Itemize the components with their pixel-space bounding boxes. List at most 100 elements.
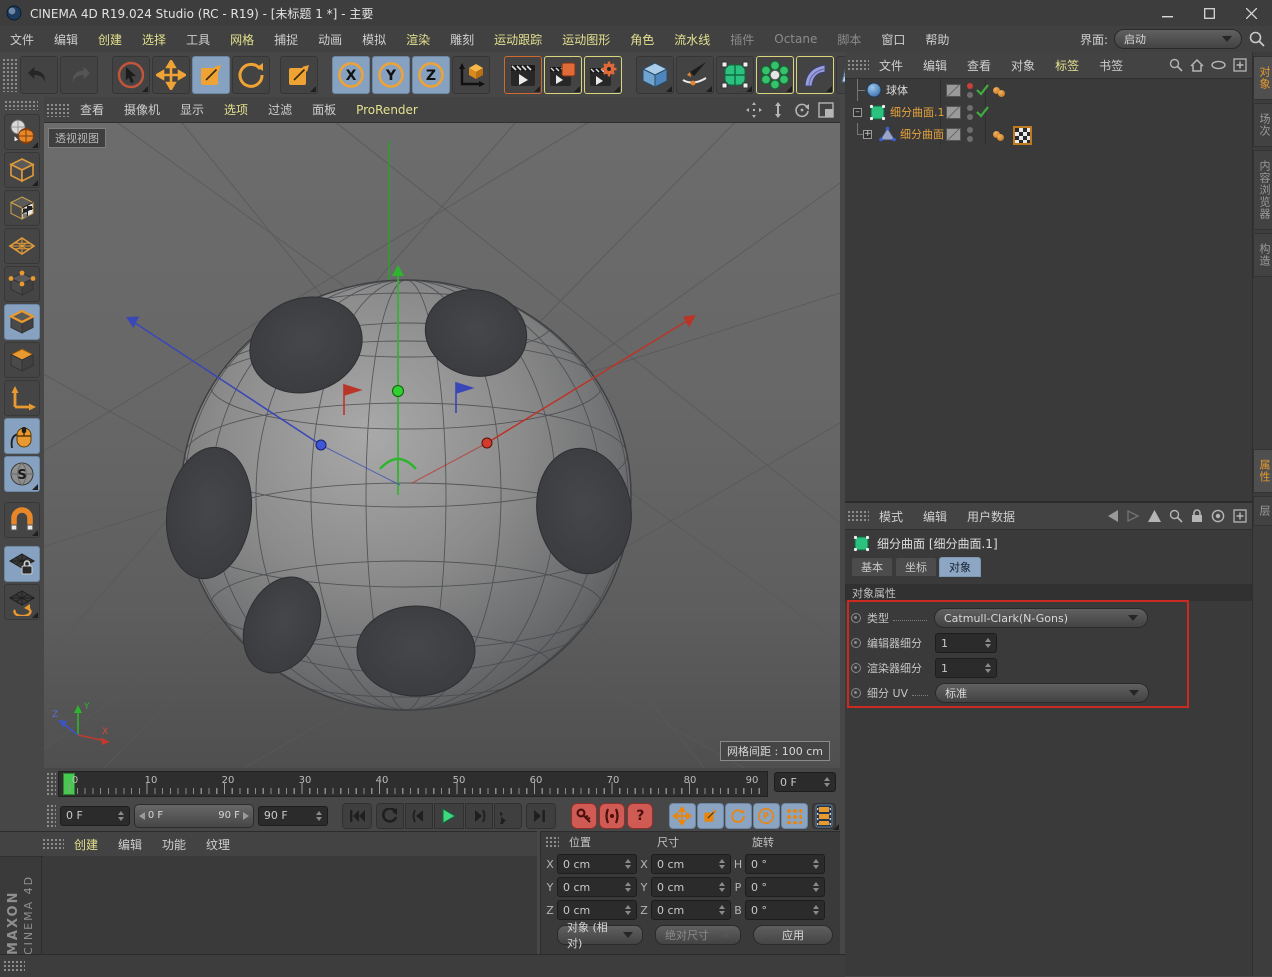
close-button[interactable] <box>1230 0 1272 26</box>
keyframe-selection-button[interactable]: ? <box>627 802 654 829</box>
go-to-end-button[interactable] <box>525 802 556 829</box>
y-axis-lock-button[interactable]: Y <box>372 55 410 94</box>
om-menu-edit[interactable]: 编辑 <box>913 57 957 74</box>
coordinate-mode-dropdown[interactable]: 对象 (相对) <box>557 921 643 950</box>
transport-grip[interactable] <box>46 803 56 828</box>
record-scale-button[interactable] <box>696 802 724 829</box>
anim-knob-icon[interactable] <box>851 613 861 623</box>
menu-animate[interactable]: 动画 <box>308 31 352 48</box>
object-row-subdivision-child[interactable]: + 细分曲面 <box>845 123 1252 145</box>
home-icon[interactable] <box>1190 58 1204 72</box>
edges-mode-button[interactable] <box>4 304 40 340</box>
render-visibility-dot[interactable] <box>967 92 973 98</box>
menu-script[interactable]: 脚本 <box>827 31 871 48</box>
viewport-menu-panel[interactable]: 面板 <box>302 101 346 118</box>
rotate-tool-button[interactable] <box>232 55 270 94</box>
toolbar-grip[interactable] <box>2 57 18 92</box>
menu-sculpt[interactable]: 雕刻 <box>440 31 484 48</box>
menu-create[interactable]: 创建 <box>88 31 132 48</box>
render-visibility-dot[interactable] <box>967 114 973 120</box>
enabled-check-icon[interactable] <box>976 84 989 96</box>
menu-file[interactable]: 文件 <box>0 31 44 48</box>
search-icon[interactable] <box>1169 58 1183 72</box>
editor-subdivision-field[interactable]: 1 <box>935 633 997 653</box>
enable-snap-button[interactable] <box>4 502 40 538</box>
forward-icon[interactable] <box>1127 510 1140 522</box>
am-menu-edit[interactable]: 编辑 <box>913 508 957 525</box>
maximize-button[interactable] <box>1188 0 1230 26</box>
timeline-ruler[interactable]: 0 10 20 30 40 50 60 70 80 90 <box>58 771 768 797</box>
polygons-mode-button[interactable] <box>4 342 40 378</box>
object-properties-section[interactable]: 对象属性 <box>845 584 1252 601</box>
object-name[interactable]: 细分曲面.1 <box>890 104 945 120</box>
last-used-tool-button[interactable] <box>280 55 318 94</box>
lock-icon[interactable] <box>1191 509 1203 523</box>
menu-mograph[interactable]: 运动图形 <box>552 31 620 48</box>
uvw-tag[interactable] <box>1013 126 1032 145</box>
redo-button[interactable] <box>60 55 98 94</box>
back-icon[interactable] <box>1106 510 1119 522</box>
path-icon[interactable] <box>1211 60 1226 70</box>
layer-swatch[interactable] <box>946 84 961 97</box>
size-y-field[interactable]: 0 cm <box>651 877 731 897</box>
size-x-field[interactable]: 0 cm <box>651 854 731 874</box>
record-point-level-button[interactable] <box>780 802 808 829</box>
tab-takes[interactable]: 场次 <box>1253 103 1272 147</box>
scale-tool-button[interactable] <box>192 55 230 94</box>
preview-range-slider[interactable]: 0 F 90 F <box>133 803 254 828</box>
tab-object[interactable]: 对象 <box>939 557 981 577</box>
add-panel-icon[interactable] <box>1233 58 1247 72</box>
undo-button[interactable] <box>20 55 58 94</box>
timeline-window-button[interactable] <box>812 802 836 829</box>
object-row-sphere[interactable]: 球体 <box>845 79 1252 101</box>
frame-start-field[interactable]: 0 F <box>60 805 130 826</box>
tab-content-browser[interactable]: 内容浏览器 <box>1253 150 1272 230</box>
editor-visibility-dot[interactable] <box>967 105 973 111</box>
menu-plugins[interactable]: 插件 <box>720 31 764 48</box>
material-menu-create[interactable]: 创建 <box>64 836 108 853</box>
range-left-arrow-icon[interactable] <box>138 811 145 820</box>
object-row-subdivision-surface-1[interactable]: – 细分曲面.1 <box>845 101 1252 123</box>
z-axis-handle[interactable] <box>315 439 327 451</box>
pos-y-field[interactable]: 0 cm <box>557 877 637 897</box>
play-cycle-button[interactable] <box>493 802 522 829</box>
menu-render[interactable]: 渲染 <box>396 31 440 48</box>
material-menu-edit[interactable]: 编辑 <box>108 836 152 853</box>
om-menu-file[interactable]: 文件 <box>869 57 913 74</box>
current-frame-field[interactable]: 0 F <box>774 772 836 792</box>
next-frame-button[interactable] <box>464 802 493 829</box>
pan-view-icon[interactable] <box>746 101 762 118</box>
tab-structure[interactable]: 构造 <box>1253 233 1272 277</box>
size-z-field[interactable]: 0 cm <box>651 900 731 920</box>
x-axis-lock-button[interactable]: X <box>332 55 370 94</box>
workplane-mode-button[interactable] <box>4 228 40 264</box>
size-mode-dropdown[interactable]: 绝对尺寸 <box>655 925 741 945</box>
menu-simulate[interactable]: 模拟 <box>352 31 396 48</box>
up-icon[interactable] <box>1148 510 1161 522</box>
record-position-button[interactable] <box>668 802 696 829</box>
tab-attributes[interactable]: 属性 <box>1253 449 1272 493</box>
model-mode-button[interactable] <box>4 152 40 188</box>
material-list-area[interactable] <box>43 856 537 955</box>
menu-edit[interactable]: 编辑 <box>44 31 88 48</box>
type-dropdown[interactable]: Catmull-Clark(N-Gons) <box>934 608 1148 628</box>
interface-dropdown[interactable]: 启动 <box>1114 29 1242 49</box>
range-right-arrow-icon[interactable] <box>242 811 249 820</box>
texture-mode-button[interactable] <box>4 190 40 226</box>
add-spline-button[interactable] <box>676 55 714 94</box>
material-menu-function[interactable]: 功能 <box>152 836 196 853</box>
add-deformer-button[interactable] <box>796 55 834 94</box>
record-keyframe-button[interactable] <box>571 802 598 829</box>
object-name[interactable]: 细分曲面 <box>900 126 944 142</box>
viewport-solo-button[interactable]: S <box>4 456 40 492</box>
object-name[interactable]: 球体 <box>886 82 908 98</box>
attribute-manager-grip[interactable] <box>847 509 869 523</box>
search-icon[interactable] <box>1169 509 1183 523</box>
autokeying-button[interactable] <box>599 802 626 829</box>
y-axis-handle[interactable] <box>392 385 404 397</box>
mode-palette-grip[interactable] <box>4 100 38 110</box>
rot-h-field[interactable]: 0 ° <box>745 854 825 874</box>
phong-tag[interactable] <box>993 84 1005 97</box>
anim-knob-icon[interactable] <box>851 688 861 698</box>
render-subdivision-field[interactable]: 1 <box>935 658 997 678</box>
